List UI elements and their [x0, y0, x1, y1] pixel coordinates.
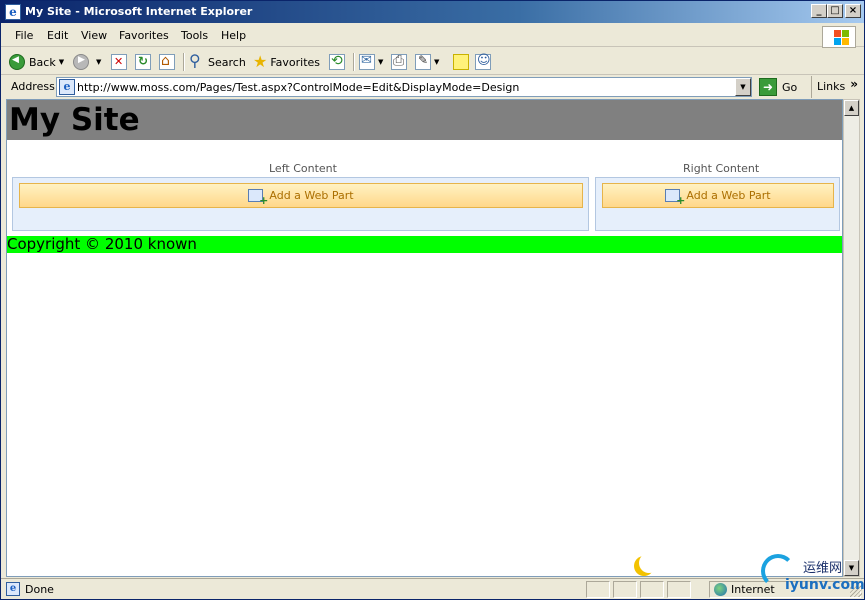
maximize-button[interactable]: □ [827, 4, 843, 18]
close-button[interactable]: × [845, 4, 861, 18]
watermark-brand: 运维网 [803, 561, 843, 576]
left-add-web-part-button[interactable]: Add a Web Part [19, 183, 583, 208]
mail-icon [359, 53, 375, 70]
refresh-icon [135, 54, 151, 70]
address-dropdown-icon[interactable]: ▼ [735, 78, 751, 96]
menu-edit[interactable]: Edit [47, 29, 68, 42]
minimize-button[interactable]: _ [811, 4, 827, 18]
go-arrow-icon: ➜ [759, 78, 777, 96]
favorites-label: Favorites [270, 55, 321, 69]
page-status-icon: e [6, 582, 20, 596]
menu-view[interactable]: View [81, 29, 107, 42]
menu-file[interactable]: File [15, 29, 33, 42]
globe-icon [714, 583, 727, 596]
address-bar: Address e ▼ ➜ Go Links » [1, 76, 864, 98]
site-title: My Site [9, 102, 140, 138]
history-icon [329, 53, 345, 70]
toolbar-separator [353, 53, 355, 71]
back-button[interactable]: Back ▼ [9, 52, 64, 72]
back-label: Back [29, 55, 56, 69]
watermark-domain: iyunv.com [785, 577, 865, 593]
address-field[interactable]: e ▼ [56, 77, 752, 97]
status-pane [586, 581, 610, 598]
search-button[interactable]: Search [188, 51, 246, 72]
left-web-part-zone: Add a Web Part [12, 177, 589, 231]
windows-logo-icon [822, 26, 856, 48]
back-dropdown-icon[interactable]: ▼ [59, 58, 64, 66]
edit-button[interactable]: ▼ [415, 52, 439, 72]
right-add-web-part-button[interactable]: Add a Web Part [602, 183, 834, 208]
mail-dropdown-icon[interactable]: ▼ [378, 58, 383, 66]
toolbar: Back ▼ ▼ Search ★ Favorites [1, 49, 864, 75]
stop-icon [111, 54, 127, 70]
back-arrow-icon [9, 54, 25, 70]
search-icon [188, 51, 204, 70]
links-chevron-icon[interactable]: » [850, 73, 858, 95]
status-pane [640, 581, 664, 598]
forward-dropdown-icon[interactable]: ▼ [96, 58, 101, 66]
mail-button[interactable]: ▼ [359, 52, 383, 72]
right-web-part-zone: Add a Web Part [595, 177, 840, 231]
history-button[interactable] [329, 52, 345, 72]
status-pane [613, 581, 637, 598]
left-add-web-part-label: Add a Web Part [269, 189, 354, 202]
printer-icon [391, 53, 407, 70]
star-icon: ★ [253, 52, 268, 71]
edit-icon [415, 53, 431, 70]
print-button[interactable] [391, 52, 407, 72]
favorites-button[interactable]: ★ Favorites [253, 52, 320, 72]
site-header: My Site [7, 100, 842, 140]
search-label: Search [208, 55, 246, 69]
go-button[interactable]: ➜ Go [759, 77, 797, 97]
page-viewport: My Site Left Content Add a Web Part Righ… [6, 99, 843, 577]
browser-window: e My Site - Microsoft Internet Explorer … [0, 0, 865, 600]
links-label: Links [817, 80, 846, 93]
status-bar: e Done Internet [1, 578, 864, 599]
scroll-down-icon[interactable]: ▼ [844, 560, 859, 576]
home-icon [159, 53, 175, 70]
right-zone-label: Right Content [683, 162, 760, 175]
ie-icon: e [5, 4, 21, 20]
forward-button[interactable]: ▼ [73, 52, 101, 72]
add-web-part-icon [248, 189, 268, 207]
messenger-button[interactable] [475, 52, 491, 72]
vertical-scrollbar[interactable]: ▲ ▼ [843, 99, 860, 577]
window-title: My Site - Microsoft Internet Explorer [25, 5, 253, 18]
address-label: Address [11, 80, 55, 93]
add-web-part-icon [665, 189, 685, 207]
stop-button[interactable] [111, 52, 127, 72]
go-label: Go [782, 80, 798, 94]
status-text: Done [25, 583, 54, 596]
menu-tools[interactable]: Tools [181, 29, 208, 42]
menu-help[interactable]: Help [221, 29, 246, 42]
note-icon [453, 54, 469, 70]
menu-bar: File Edit View Favorites Tools Help [1, 25, 864, 48]
discuss-button[interactable] [453, 52, 469, 72]
refresh-button[interactable] [135, 52, 151, 72]
status-pane [667, 581, 691, 598]
menu-favorites[interactable]: Favorites [119, 29, 169, 42]
scroll-up-icon[interactable]: ▲ [844, 100, 859, 116]
messenger-icon [475, 53, 491, 70]
edit-dropdown-icon[interactable]: ▼ [434, 58, 439, 66]
page-icon: e [59, 79, 75, 95]
footer-copyright: Copyright © 2010 known [7, 236, 842, 253]
address-input[interactable] [77, 79, 732, 95]
links-button[interactable]: Links » [811, 76, 864, 98]
title-bar: e My Site - Microsoft Internet Explorer … [1, 1, 864, 23]
home-button[interactable] [159, 52, 175, 72]
right-add-web-part-label: Add a Web Part [686, 189, 771, 202]
left-zone-label: Left Content [269, 162, 337, 175]
moon-icon [639, 553, 659, 573]
toolbar-separator [183, 53, 185, 71]
forward-arrow-icon [73, 54, 89, 70]
